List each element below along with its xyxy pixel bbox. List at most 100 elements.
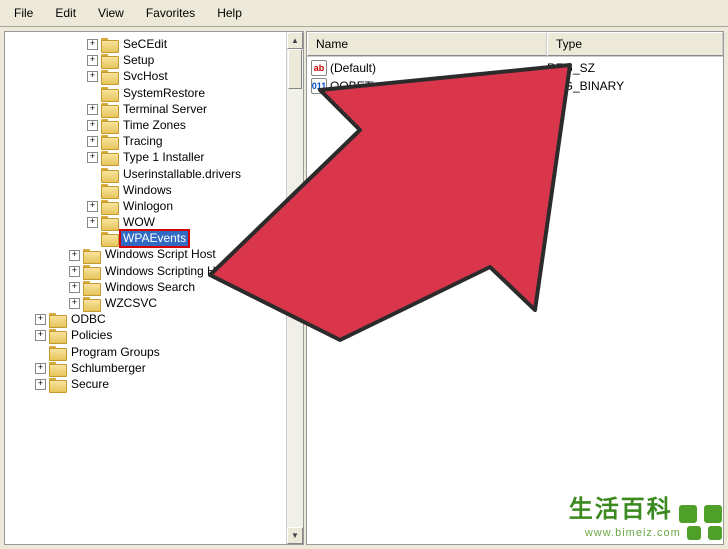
menu-bar: File Edit View Favorites Help <box>0 0 728 27</box>
expander-icon[interactable]: + <box>87 152 98 163</box>
values-list: ab(Default)REG_SZ011OOBETimeREG_BINARY <box>307 57 723 97</box>
expander-icon[interactable]: + <box>69 250 80 261</box>
scrollbar[interactable]: ▲ ▼ <box>286 32 303 544</box>
folder-icon <box>49 313 65 326</box>
expander-icon[interactable]: + <box>87 201 98 212</box>
menu-help[interactable]: Help <box>207 3 252 23</box>
expander-icon[interactable]: + <box>35 379 46 390</box>
tree-item[interactable]: Windows <box>7 183 301 198</box>
tree-label[interactable]: Windows Script Host <box>103 247 218 262</box>
tree-item[interactable]: + Winlogon <box>7 199 301 214</box>
expander-icon[interactable]: + <box>87 104 98 115</box>
tree-label[interactable]: Program Groups <box>69 345 162 360</box>
tree-item[interactable]: WPAEvents <box>7 231 301 246</box>
tree-label[interactable]: WOW <box>121 215 157 230</box>
folder-icon <box>101 151 117 164</box>
expander-icon[interactable]: + <box>87 71 98 82</box>
tree-item[interactable]: SystemRestore <box>7 86 301 101</box>
folder-icon <box>101 70 117 83</box>
tree-label[interactable]: Setup <box>121 53 156 68</box>
tree-item[interactable]: + WZCSVC <box>7 296 301 311</box>
main-split: + SeCEdit + Setup + SvcHost SystemRestore + Term… <box>0 27 728 549</box>
tree-label[interactable]: Policies <box>69 328 114 343</box>
value-name-cell: ab(Default) <box>311 60 547 76</box>
tree-label[interactable]: SystemRestore <box>121 86 207 101</box>
tree-label[interactable]: WPAEvents <box>121 231 188 246</box>
values-panel: Name Type ab(Default)REG_SZ011OOBETimeRE… <box>306 31 724 545</box>
tree-item[interactable]: + Schlumberger <box>7 361 301 376</box>
expander-icon[interactable]: + <box>87 55 98 66</box>
expander-icon[interactable]: + <box>87 136 98 147</box>
tree-label[interactable]: ODBC <box>69 312 108 327</box>
folder-icon <box>101 216 117 229</box>
expander-icon[interactable]: + <box>35 314 46 325</box>
tree-label[interactable]: Windows <box>121 183 174 198</box>
tree-item[interactable]: + Secure <box>7 377 301 392</box>
reg-string-icon: ab <box>311 60 327 76</box>
tree-item[interactable]: + Type 1 Installer <box>7 150 301 165</box>
tree-item[interactable]: + Windows Script Host <box>7 247 301 262</box>
tree-item[interactable]: + Setup <box>7 53 301 68</box>
tree-label[interactable]: Winlogon <box>121 199 175 214</box>
tree-label[interactable]: SeCEdit <box>121 37 169 52</box>
expander-icon[interactable]: + <box>69 282 80 293</box>
tree-item[interactable]: Userinstallable.drivers <box>7 167 301 182</box>
tree-label[interactable]: Userinstallable.drivers <box>121 167 243 182</box>
tree-label[interactable]: Type 1 Installer <box>121 150 206 165</box>
col-type[interactable]: Type <box>547 32 723 56</box>
value-name-cell: 011OOBETime <box>311 78 547 94</box>
folder-icon <box>49 346 65 359</box>
menu-edit[interactable]: Edit <box>45 3 86 23</box>
tree-label[interactable]: Terminal Server <box>121 102 209 117</box>
tree-item[interactable]: + Tracing <box>7 134 301 149</box>
tree-item[interactable]: + Terminal Server <box>7 102 301 117</box>
tree-item[interactable]: + SeCEdit <box>7 37 301 52</box>
scroll-thumb[interactable] <box>288 49 302 89</box>
folder-icon <box>101 184 117 197</box>
expander-icon <box>87 169 98 180</box>
expander-icon[interactable]: + <box>87 120 98 131</box>
value-name: OOBETime <box>330 79 391 93</box>
folder-icon <box>83 265 99 278</box>
expander-icon[interactable]: + <box>69 266 80 277</box>
tree-label[interactable]: WZCSVC <box>103 296 159 311</box>
tree-label[interactable]: Tracing <box>121 134 165 149</box>
folder-icon <box>83 297 99 310</box>
expander-icon[interactable]: + <box>35 330 46 341</box>
menu-favorites[interactable]: Favorites <box>136 3 205 23</box>
expander-icon[interactable]: + <box>69 298 80 309</box>
folder-icon <box>83 281 99 294</box>
tree-item[interactable]: + WOW <box>7 215 301 230</box>
scroll-up-button[interactable]: ▲ <box>287 32 303 49</box>
col-name[interactable]: Name <box>307 32 547 56</box>
tree-label[interactable]: Secure <box>69 377 111 392</box>
value-name: (Default) <box>330 61 376 75</box>
registry-tree: + SeCEdit + Setup + SvcHost SystemRestore + Term… <box>5 32 303 397</box>
tree-item[interactable]: + Time Zones <box>7 118 301 133</box>
tree-label[interactable]: SvcHost <box>121 69 170 84</box>
tree-label[interactable]: Schlumberger <box>69 361 148 376</box>
tree-item[interactable]: + ODBC <box>7 312 301 327</box>
folder-icon <box>101 38 117 51</box>
scroll-down-button[interactable]: ▼ <box>287 527 303 544</box>
tree-panel: + SeCEdit + Setup + SvcHost SystemRestore + Term… <box>4 31 304 545</box>
tree-item[interactable]: + Windows Search <box>7 280 301 295</box>
tree-label[interactable]: Windows Scripting Host <box>103 264 234 279</box>
folder-icon <box>101 103 117 116</box>
value-row[interactable]: ab(Default)REG_SZ <box>307 59 723 77</box>
menu-file[interactable]: File <box>4 3 43 23</box>
expander-icon[interactable]: + <box>87 39 98 50</box>
expander-icon[interactable]: + <box>35 363 46 374</box>
menu-view[interactable]: View <box>88 3 134 23</box>
tree-label[interactable]: Windows Search <box>103 280 197 295</box>
tree-item[interactable]: + Policies <box>7 328 301 343</box>
value-type: REG_BINARY <box>547 79 719 93</box>
tree-item[interactable]: Program Groups <box>7 345 301 360</box>
expander-icon[interactable]: + <box>87 217 98 228</box>
tree-item[interactable]: + SvcHost <box>7 69 301 84</box>
tree-label[interactable]: Time Zones <box>121 118 188 133</box>
folder-icon <box>101 119 117 132</box>
folder-icon <box>49 378 65 391</box>
tree-item[interactable]: + Windows Scripting Host <box>7 264 301 279</box>
value-row[interactable]: 011OOBETimeREG_BINARY <box>307 77 723 95</box>
